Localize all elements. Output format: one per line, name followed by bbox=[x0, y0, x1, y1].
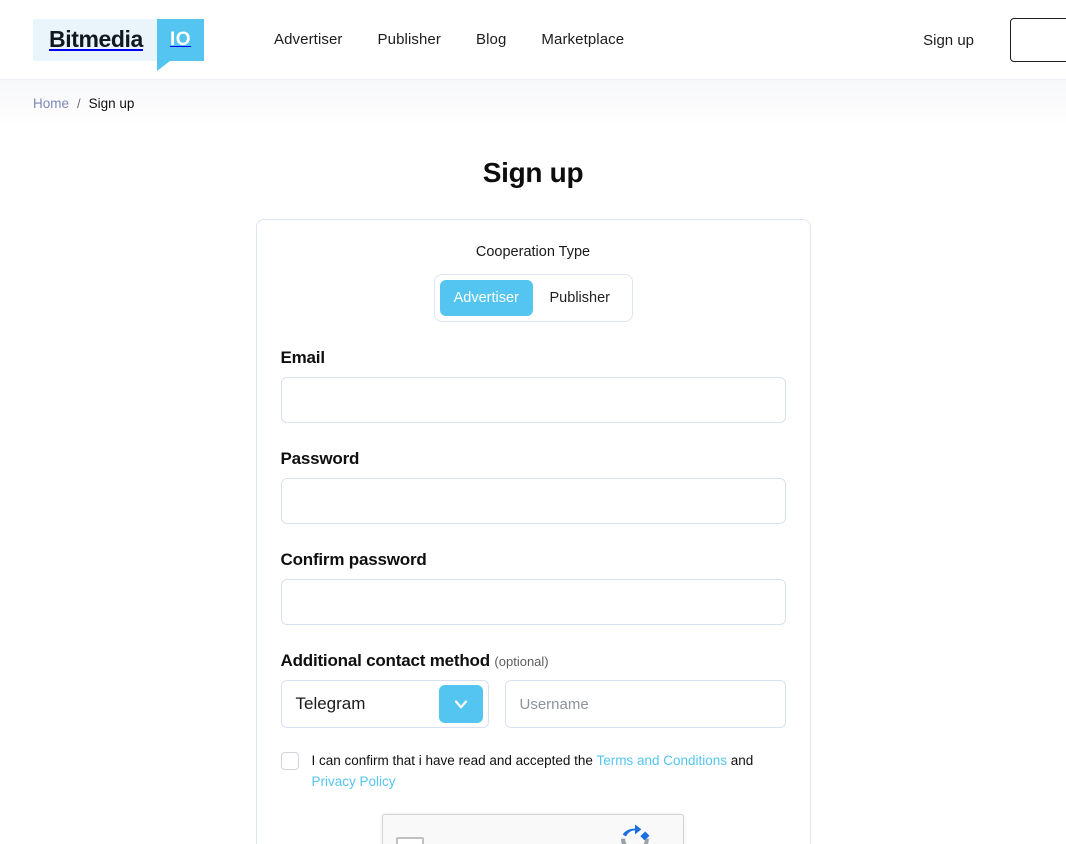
header-login-button[interactable] bbox=[1010, 18, 1066, 62]
header-actions: Sign up bbox=[923, 0, 1066, 80]
breadcrumb-separator: / bbox=[77, 95, 81, 111]
contact-method-label-text: Additional contact method bbox=[280, 651, 491, 670]
logo-io-badge: IO bbox=[156, 18, 204, 71]
recaptcha-logo-icon bbox=[620, 824, 650, 844]
cooperation-type-label: Cooperation Type bbox=[475, 244, 591, 260]
confirm-password-input[interactable] bbox=[280, 579, 786, 625]
terms-agreement-text: I can confirm that i have read and accep… bbox=[312, 750, 786, 792]
site-logo[interactable]: Bitmedia IO bbox=[33, 18, 204, 71]
logo-io-text: IO bbox=[156, 18, 204, 61]
contact-method-select[interactable]: Telegram bbox=[280, 680, 489, 728]
contact-method-optional-note: (optional) bbox=[494, 654, 549, 669]
recaptcha-checkbox[interactable] bbox=[396, 837, 424, 844]
contact-method-selected-value: Telegram bbox=[295, 694, 366, 713]
nav-item-publisher[interactable]: Publisher bbox=[378, 31, 441, 48]
password-input[interactable] bbox=[280, 478, 786, 524]
breadcrumb-current: Sign up bbox=[88, 95, 135, 111]
cooperation-option-advertiser[interactable]: Advertiser bbox=[439, 280, 533, 316]
main-navigation: Advertiser Publisher Blog Marketplace bbox=[274, 31, 624, 48]
logo-wordmark: Bitmedia bbox=[33, 18, 157, 61]
terms-checkbox[interactable] bbox=[280, 752, 299, 770]
terms-agreement-row: I can confirm that i have read and accep… bbox=[280, 750, 786, 792]
confirm-password-field-group: Confirm password bbox=[280, 550, 786, 625]
header-signup-link[interactable]: Sign up bbox=[923, 32, 974, 49]
nav-item-blog[interactable]: Blog bbox=[476, 31, 506, 48]
privacy-policy-link[interactable]: Privacy Policy bbox=[312, 774, 396, 789]
email-label: Email bbox=[280, 348, 326, 367]
logo-bubble-tail bbox=[156, 60, 170, 71]
confirm-password-label: Confirm password bbox=[280, 550, 427, 569]
contact-method-row: Telegram bbox=[280, 680, 786, 728]
password-field-group: Password bbox=[280, 449, 786, 524]
terms-text-before: I can confirm that i have read and accep… bbox=[311, 753, 597, 768]
email-input[interactable] bbox=[280, 377, 786, 423]
password-label: Password bbox=[280, 449, 360, 468]
site-header: Bitmedia IO Advertiser Publisher Blog Ma… bbox=[0, 0, 1066, 80]
recaptcha-brand: reCAPTCHA bbox=[598, 823, 672, 844]
recaptcha-widget[interactable]: Я не робот reCAPTCHA Конфиденциальность … bbox=[382, 814, 684, 844]
breadcrumb-home-link[interactable]: Home bbox=[33, 96, 69, 111]
signup-form-card: Cooperation Type Advertiser Publisher Em… bbox=[255, 219, 811, 844]
terms-text-middle: and bbox=[727, 753, 754, 768]
contact-method-field-group: Additional contact method (optional) Tel… bbox=[280, 651, 786, 728]
breadcrumb: Home / Sign up bbox=[0, 80, 1066, 126]
email-field-group: Email bbox=[280, 348, 786, 423]
cooperation-type-toggle: Advertiser Publisher bbox=[433, 274, 633, 322]
chevron-down-icon[interactable] bbox=[438, 685, 483, 723]
nav-item-advertiser[interactable]: Advertiser bbox=[274, 31, 343, 48]
nav-item-marketplace[interactable]: Marketplace bbox=[541, 31, 624, 48]
contact-username-input[interactable] bbox=[504, 680, 786, 728]
page-title: Sign up bbox=[482, 157, 584, 188]
terms-and-conditions-link[interactable]: Terms and Conditions bbox=[596, 753, 727, 768]
contact-method-label: Additional contact method (optional) bbox=[281, 651, 786, 671]
cooperation-option-publisher[interactable]: Publisher bbox=[533, 280, 627, 316]
